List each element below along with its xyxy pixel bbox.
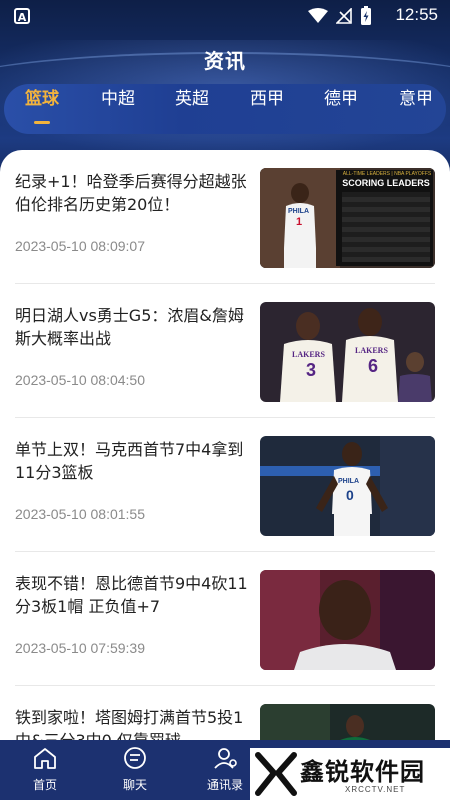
jersey-number: 0: [346, 487, 354, 503]
thumbnail-subtitle: ALL-TIME LEADERS | NBA PLAYOFFS: [342, 171, 432, 177]
category-tabs: 篮球 中超 英超 西甲 德甲 意甲: [4, 84, 446, 134]
jersey-text: LAKERS: [355, 346, 388, 355]
tab-la-liga[interactable]: 西甲: [237, 84, 297, 134]
status-time: 12:55: [395, 5, 438, 24]
active-tab-indicator: [34, 121, 50, 124]
news-thumbnail: [260, 570, 435, 670]
watermark-logo: [255, 752, 297, 796]
news-thumbnail: PHILA 0: [260, 436, 435, 536]
jersey-text: PHILA: [288, 208, 309, 215]
status-bar: A 12:55: [0, 0, 450, 32]
news-timestamp: 2023-05-10 08:01:55: [15, 506, 145, 522]
chat-icon: [124, 747, 146, 769]
home-icon: [34, 748, 56, 769]
news-headline: 表现不错！恩比德首节9中4砍11分3板1帽 正负值+7: [15, 574, 248, 616]
watermark-url: XRCCTV.NET: [345, 785, 406, 794]
jersey-number: 1: [296, 216, 303, 228]
news-item[interactable]: 单节上双！马克西首节7中4拿到11分3篮板 2023-05-10 08:01:5…: [15, 418, 435, 542]
news-item[interactable]: 明日湖人vs勇士G5：浓眉&詹姆斯大概率出战 2023-05-10 08:04:…: [15, 284, 435, 408]
page-title: 资讯: [204, 49, 246, 73]
battery-charging-icon: [361, 6, 371, 25]
news-list: 纪录+1！哈登季后赛得分超越张伯伦排名历史第20位！ 2023-05-10 08…: [0, 150, 450, 740]
news-headline: 纪录+1！哈登季后赛得分超越张伯伦排名历史第20位！: [15, 172, 247, 214]
tab-bundesliga[interactable]: 德甲: [311, 84, 371, 134]
nav-label: 首页: [32, 778, 57, 792]
news-timestamp: 2023-05-10 08:04:50: [15, 372, 145, 388]
tab-basketball[interactable]: 篮球: [12, 84, 72, 134]
news-headline: 铁到家啦！塔图姆打满首节5投1中&三分3中0 仅靠罚球: [15, 708, 244, 740]
wifi-icon: [308, 8, 328, 23]
news-thumbnail: ALL-TIME LEADERS | NBA PLAYOFFS SCORING …: [260, 168, 435, 268]
signal-off-icon: [336, 8, 352, 24]
news-timestamp: 2023-05-10 08:09:07: [15, 238, 145, 254]
news-thumbnail: LAKERS 3 LAKERS 6: [260, 302, 435, 402]
watermark-text: 鑫锐软件园: [300, 758, 425, 786]
jersey-text: LAKERS: [292, 350, 325, 359]
nav-chat[interactable]: 聊天: [100, 746, 170, 793]
jersey-number: 3: [306, 360, 317, 380]
tab-csl[interactable]: 中超: [88, 84, 148, 134]
news-timestamp: 2023-05-10 07:59:39: [15, 640, 145, 656]
tab-serie-a[interactable]: 意甲: [386, 84, 446, 134]
nav-label: 聊天: [122, 778, 147, 792]
news-headline: 单节上双！马克西首节7中4拿到11分3篮板: [15, 440, 244, 482]
contacts-icon: [214, 748, 237, 769]
jersey-number: 6: [368, 356, 379, 376]
leaders-table: [342, 192, 430, 262]
jersey-text: PHILA: [338, 478, 359, 485]
thumbnail-title: SCORING LEADERS: [342, 178, 430, 188]
app-notification-icon: A: [14, 8, 30, 24]
news-item[interactable]: 纪录+1！哈登季后赛得分超越张伯伦排名历史第20位！ 2023-05-10 08…: [15, 150, 435, 274]
nav-home[interactable]: 首页: [10, 746, 80, 793]
news-item[interactable]: 铁到家啦！塔图姆打满首节5投1中&三分3中0 仅靠罚球: [15, 686, 435, 740]
news-thumbnail: [260, 704, 435, 740]
news-headline: 明日湖人vs勇士G5：浓眉&詹姆斯大概率出战: [15, 306, 244, 348]
tab-premier-league[interactable]: 英超: [162, 84, 222, 134]
watermark: 鑫锐软件园 XRCCTV.NET: [250, 748, 450, 800]
news-item[interactable]: 表现不错！恩比德首节9中4砍11分3板1帽 正负值+7 2023-05-10 0…: [15, 552, 435, 676]
